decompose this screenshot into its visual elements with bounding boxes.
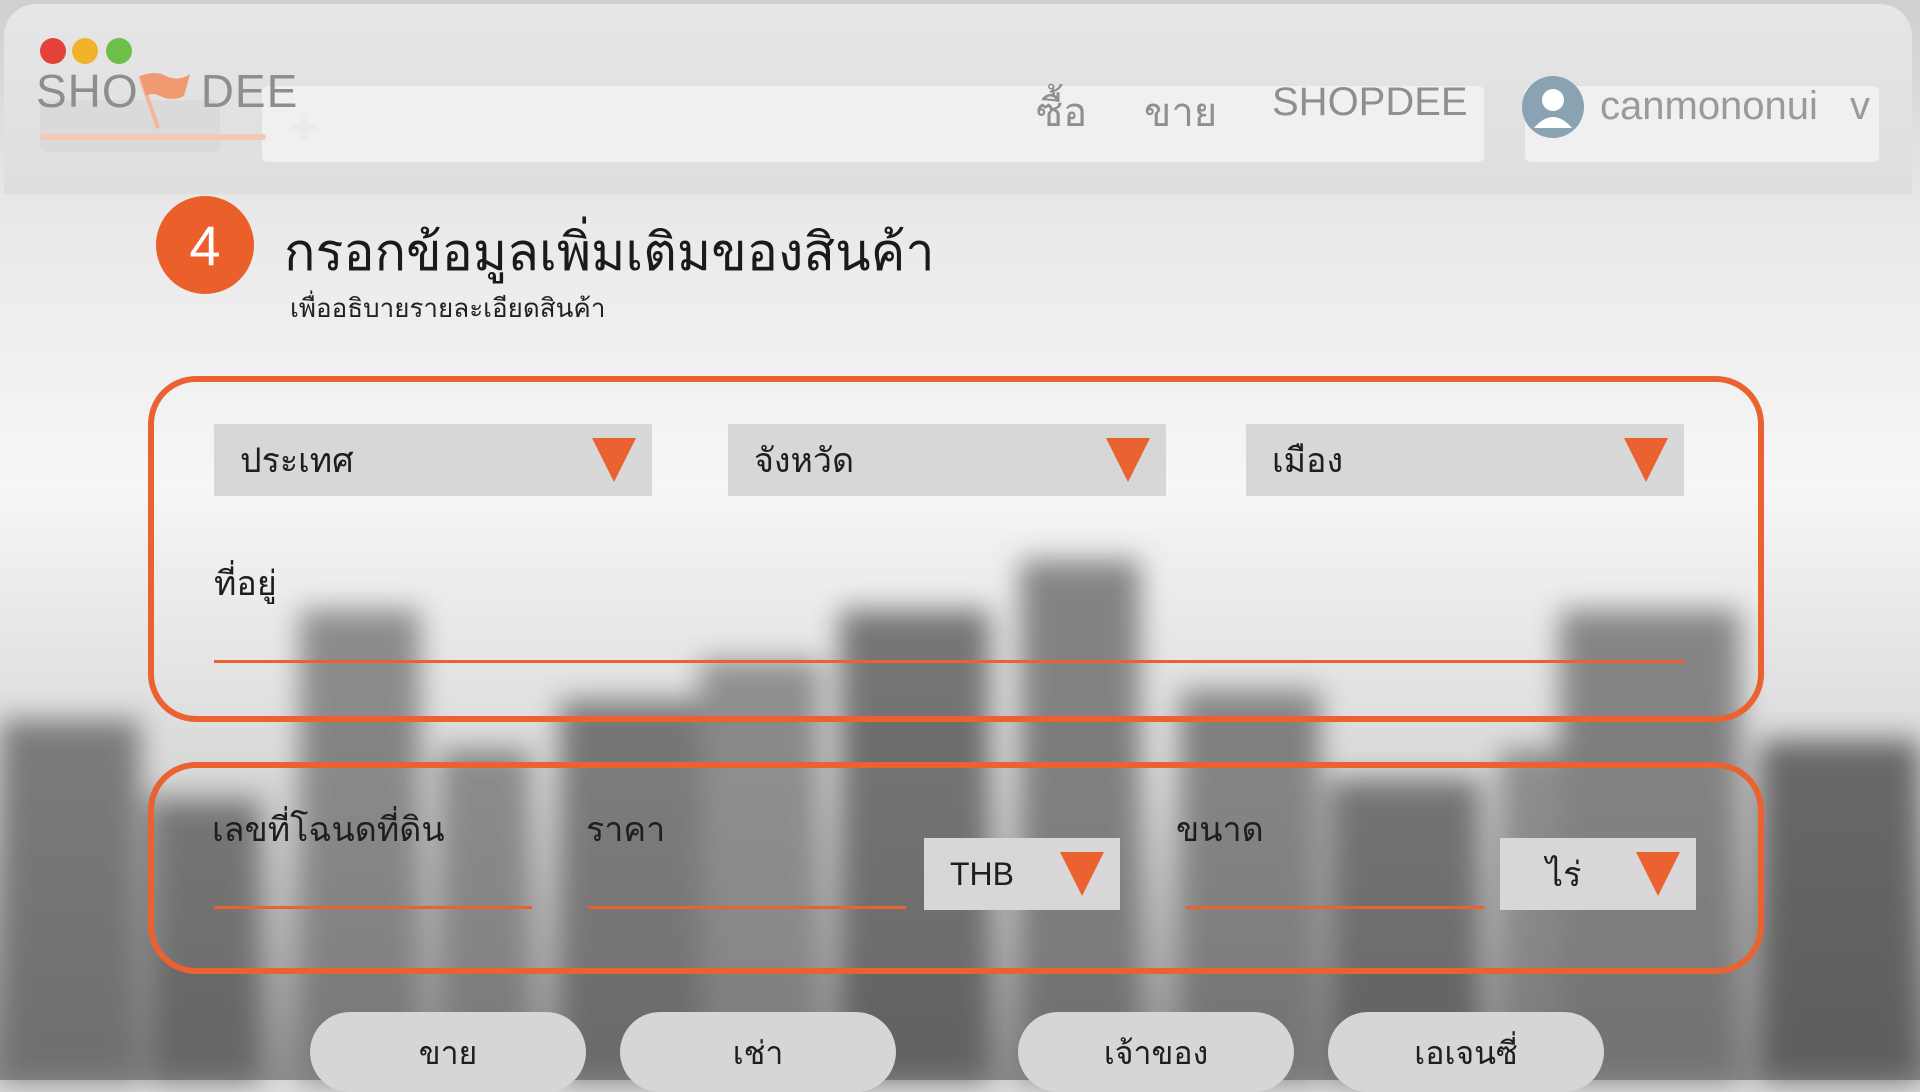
flag-logo-icon <box>138 73 190 129</box>
agency-button[interactable]: เอเจนซี่ <box>1328 1012 1604 1092</box>
username[interactable]: canmononui <box>1600 84 1818 129</box>
deed-number-input[interactable] <box>214 906 532 909</box>
address-input[interactable] <box>214 660 1684 663</box>
step-subtitle: เพื่ออธิบายรายละเอียดสินค้า <box>290 294 606 324</box>
country-select[interactable]: ประเทศ <box>214 424 652 496</box>
dropdown-arrow-icon <box>1060 852 1104 896</box>
logo-text-left: SHO <box>36 65 139 117</box>
rent-button[interactable]: เช่า <box>620 1012 896 1092</box>
logo-text-right: DEE <box>200 65 299 117</box>
price-input[interactable] <box>588 906 906 909</box>
nav-shopdee[interactable]: SHOPDEE <box>1272 80 1468 125</box>
maximize-window-icon[interactable] <box>106 38 132 64</box>
step-number-badge: 4 <box>156 196 254 294</box>
logo-swoosh <box>40 134 266 140</box>
dropdown-arrow-icon <box>1106 438 1150 482</box>
currency-select[interactable]: THB <box>924 838 1120 910</box>
city-select-label: เมือง <box>1272 441 1344 481</box>
step-title: กรอกข้อมูลเพิ่มเติมของสินค้า <box>284 223 935 283</box>
deed-number-label: เลขที่โฉนดที่ดิน <box>212 810 445 850</box>
size-unit-select[interactable]: ไร่ <box>1500 838 1696 910</box>
price-label: ราคา <box>586 810 666 850</box>
user-menu-caret[interactable]: v <box>1850 84 1870 129</box>
size-unit-select-label: ไร่ <box>1546 855 1582 895</box>
address-label: ที่อยู่ <box>214 564 277 604</box>
dropdown-arrow-icon <box>1624 438 1668 482</box>
size-label: ขนาด <box>1176 810 1264 850</box>
currency-select-label: THB <box>950 855 1014 892</box>
province-select[interactable]: จังหวัด <box>728 424 1166 496</box>
minimize-window-icon[interactable] <box>72 38 98 64</box>
nav-buy[interactable]: ซื้อ <box>1036 80 1087 144</box>
nav-sell[interactable]: ขาย <box>1144 80 1217 144</box>
province-select-label: จังหวัด <box>754 441 855 481</box>
owner-button[interactable]: เจ้าของ <box>1018 1012 1294 1092</box>
user-silhouette-icon <box>1534 89 1572 128</box>
close-window-icon[interactable] <box>40 38 66 64</box>
user-avatar[interactable] <box>1522 76 1584 138</box>
size-input[interactable] <box>1186 906 1484 909</box>
country-select-label: ประเทศ <box>240 441 354 481</box>
sell-button[interactable]: ขาย <box>310 1012 586 1092</box>
city-select[interactable]: เมือง <box>1246 424 1684 496</box>
dropdown-arrow-icon <box>592 438 636 482</box>
dropdown-arrow-icon <box>1636 852 1680 896</box>
